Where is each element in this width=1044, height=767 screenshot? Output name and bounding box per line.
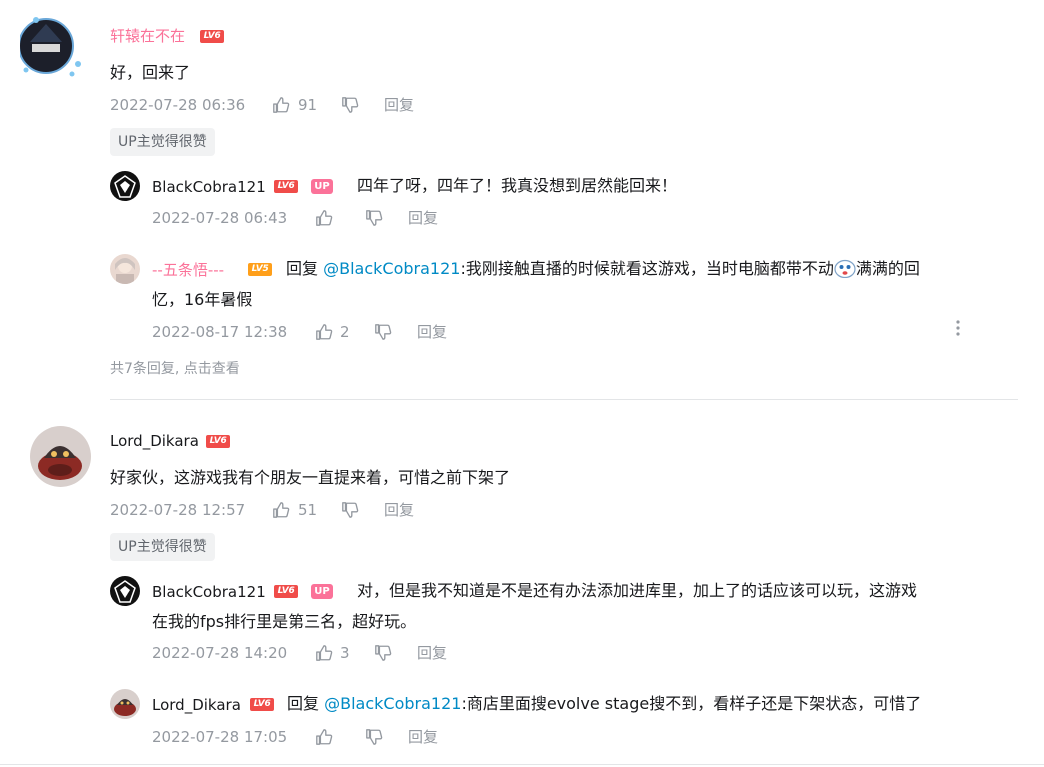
username[interactable]: Lord_Dikara (152, 695, 241, 715)
up-liked-tag: UP主觉得很赞 (110, 533, 215, 561)
thumbs-up-icon[interactable] (272, 96, 290, 114)
like-count: 51 (298, 501, 318, 519)
timestamp: 2022-07-28 12:57 (110, 501, 246, 519)
reply-text: 回复 @BlackCobra121:我刚接触直播的时候就看这游戏，当时电脑都带不… (286, 255, 1026, 283)
reply-body-tail: 满满的回 (855, 259, 920, 278)
timestamp: 2022-07-28 06:43 (152, 209, 288, 227)
comment-text: 好家伙，这游戏我有个朋友一直提来着，可惜之前下架了 (110, 468, 511, 487)
reply-body: :我刚接触直播的时候就看这游戏，当时电脑都带不动 (460, 259, 834, 278)
thumbs-up-icon[interactable] (315, 209, 333, 227)
reply-text-line2: 忆，16年暑假 (152, 290, 253, 309)
username[interactable]: BlackCobra121 (152, 177, 266, 197)
reply-text-line2: 在我的fps排行里是第三名，超好玩。 (152, 612, 417, 631)
thumbs-down-icon[interactable] (374, 644, 392, 662)
avatar[interactable] (110, 171, 140, 201)
reply-text: 回复 @BlackCobra121:商店里面搜evolve stage搜不到，看… (287, 690, 921, 718)
view-more-replies[interactable]: 共7条回复, 点击查看 (110, 359, 240, 379)
reply-button[interactable]: 回复 (417, 322, 447, 342)
level-badge: LV6 (274, 585, 298, 598)
up-badge: UP (311, 584, 333, 599)
more-options-icon[interactable] (949, 319, 967, 337)
avatar[interactable] (110, 689, 140, 719)
reply-button[interactable]: 回复 (408, 208, 438, 228)
emoji-icon (834, 258, 856, 279)
divider (110, 399, 1018, 400)
up-badge: UP (311, 179, 333, 194)
username[interactable]: 轩辕在不在 (110, 26, 185, 46)
timestamp: 2022-08-17 12:38 (152, 323, 288, 341)
divider (0, 764, 1044, 765)
username[interactable]: --五条悟--- (152, 260, 224, 280)
thumbs-down-icon[interactable] (341, 501, 359, 519)
thumbs-up-icon[interactable] (315, 728, 333, 746)
avatar[interactable] (110, 254, 140, 284)
like-count: 91 (298, 96, 318, 114)
thumbs-up-icon[interactable] (315, 644, 333, 662)
thumbs-up-icon[interactable] (315, 323, 333, 341)
avatar[interactable] (30, 426, 91, 487)
avatar[interactable] (18, 14, 92, 86)
up-liked-tag: UP主觉得很赞 (110, 128, 215, 156)
level-badge: LV5 (248, 263, 272, 276)
reply-button[interactable]: 回复 (408, 727, 438, 747)
thumbs-down-icon[interactable] (365, 209, 383, 227)
reply-prefix: 回复 (287, 694, 320, 713)
reply-button[interactable]: 回复 (384, 95, 414, 115)
timestamp: 2022-07-28 06:36 (110, 96, 246, 114)
thumbs-down-icon[interactable] (365, 728, 383, 746)
like-count: 3 (340, 644, 350, 662)
like-count: 2 (340, 323, 350, 341)
level-badge: LV6 (206, 435, 230, 448)
level-badge: LV6 (274, 180, 298, 193)
timestamp: 2022-07-28 14:20 (152, 644, 288, 662)
reply-prefix: 回复 (286, 259, 319, 278)
thumbs-down-icon[interactable] (341, 96, 359, 114)
mention-link[interactable]: @BlackCobra121 (323, 259, 460, 278)
comment-text: 好，回来了 (110, 63, 191, 82)
username[interactable]: BlackCobra121 (152, 582, 266, 602)
mention-link[interactable]: @BlackCobra121 (324, 694, 461, 713)
reply-body: :商店里面搜evolve stage搜不到，看样子还是下架状态，可惜了 (461, 694, 922, 713)
timestamp: 2022-07-28 17:05 (152, 728, 288, 746)
thumbs-down-icon[interactable] (374, 323, 392, 341)
reply-text: 对，但是我不知道是不是还有办法添加进库里，加上了的话应该可以玩，这游戏 (357, 581, 918, 600)
reply-text: 四年了呀，四年了！我真没想到居然能回来！ (357, 176, 678, 195)
thumbs-up-icon[interactable] (272, 501, 290, 519)
level-badge: LV6 (200, 30, 224, 43)
username[interactable]: Lord_Dikara (110, 431, 199, 451)
level-badge: LV6 (250, 698, 274, 711)
reply-button[interactable]: 回复 (417, 643, 447, 663)
avatar[interactable] (110, 576, 140, 606)
reply-button[interactable]: 回复 (384, 500, 414, 520)
